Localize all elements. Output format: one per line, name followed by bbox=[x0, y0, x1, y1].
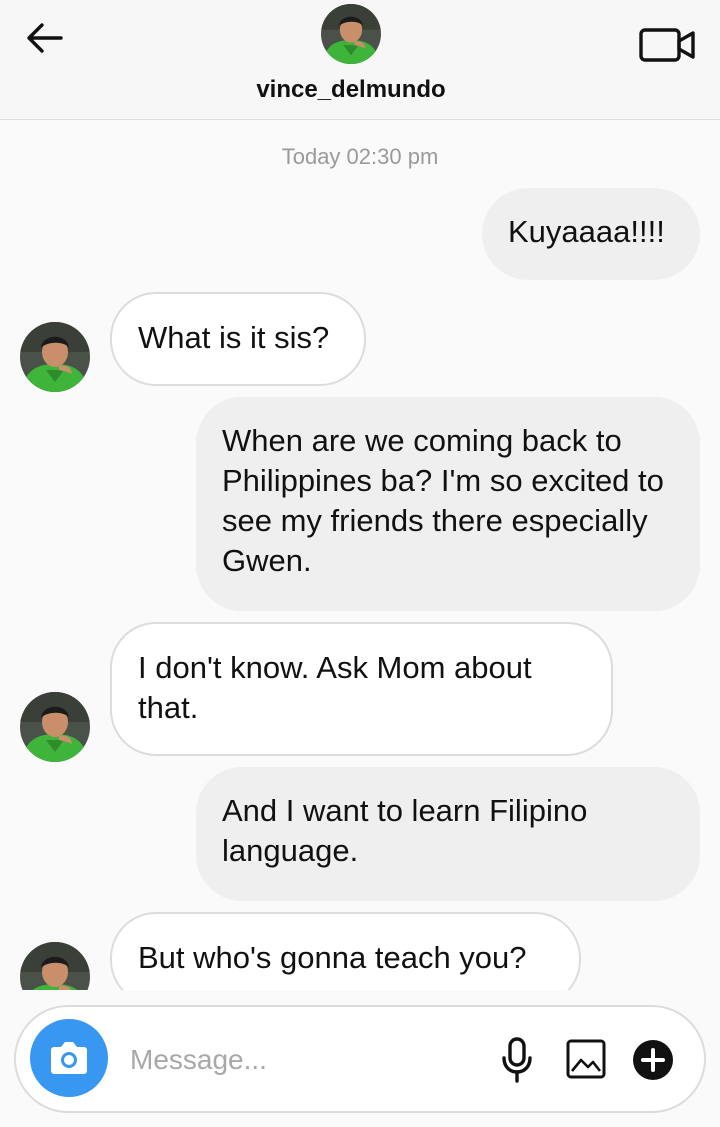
incoming-message[interactable]: But who's gonna teach you? bbox=[110, 912, 581, 990]
message-composer bbox=[14, 1005, 706, 1113]
message-input[interactable] bbox=[128, 1035, 492, 1085]
contact-avatar-image bbox=[20, 692, 90, 762]
camera-button[interactable] bbox=[30, 1019, 108, 1097]
thread-timestamp: Today 02:30 pm bbox=[281, 144, 439, 169]
voice-message-button[interactable] bbox=[500, 1037, 534, 1083]
chat-header: vince_delmundo bbox=[0, 0, 720, 120]
outgoing-message[interactable]: Kuyaaaa!!!! bbox=[482, 188, 700, 280]
gallery-icon bbox=[566, 1039, 606, 1079]
contact-avatar-image bbox=[20, 322, 90, 392]
message-thread[interactable]: Today 02:30 pm Kuyaaaa!!!! What is it si… bbox=[0, 120, 720, 990]
contact-username[interactable]: vince_delmundo bbox=[0, 76, 702, 104]
camera-icon bbox=[51, 1042, 87, 1074]
microphone-icon bbox=[502, 1037, 532, 1083]
outgoing-message[interactable]: When are we coming back to Philippines b… bbox=[196, 397, 700, 611]
more-options-button[interactable] bbox=[632, 1039, 674, 1081]
contact-avatar-image bbox=[20, 942, 90, 990]
arrow-left-icon bbox=[27, 23, 63, 53]
video-call-button[interactable] bbox=[638, 24, 698, 66]
contact-avatar[interactable] bbox=[20, 322, 90, 392]
incoming-message[interactable]: What is it sis? bbox=[110, 292, 366, 386]
outgoing-message[interactable]: And I want to learn Filipino language. bbox=[196, 767, 700, 901]
video-camera-icon bbox=[639, 28, 695, 62]
contact-avatar[interactable] bbox=[20, 692, 90, 762]
incoming-message[interactable]: I don't know. Ask Mom about that. bbox=[110, 622, 613, 756]
back-button[interactable] bbox=[22, 18, 66, 58]
contact-avatar-image bbox=[321, 4, 381, 64]
plus-icon bbox=[633, 1040, 673, 1080]
gallery-button[interactable] bbox=[566, 1039, 606, 1079]
contact-avatar[interactable] bbox=[20, 942, 90, 990]
contact-avatar[interactable] bbox=[321, 4, 381, 64]
